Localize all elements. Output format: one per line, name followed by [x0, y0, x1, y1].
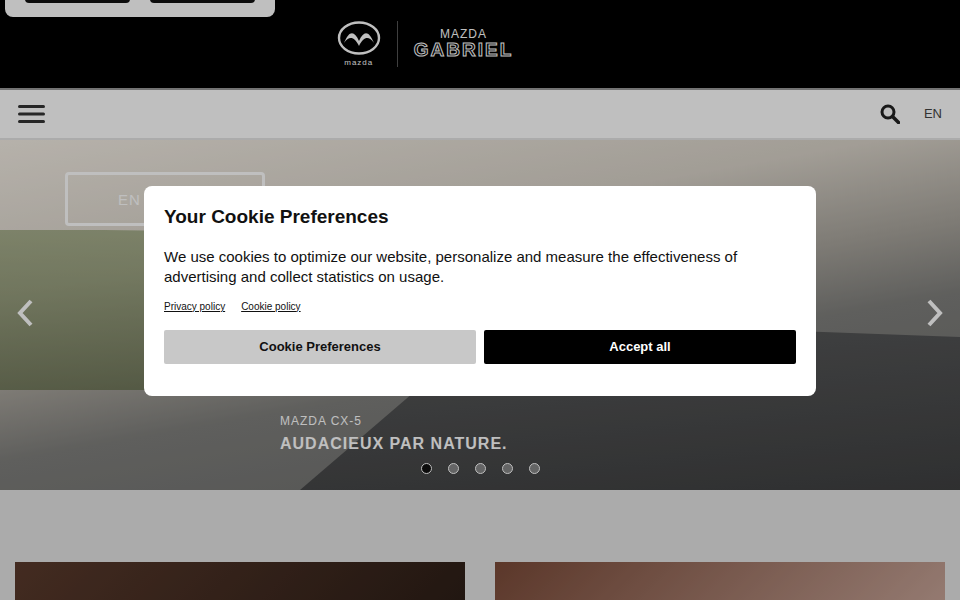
dialog-buttons: Cookie PreferencesAccept all — [164, 330, 796, 364]
cookie-dialog: Your Cookie Preferences We use cookies t… — [144, 186, 816, 396]
policy-link[interactable]: Privacy policy — [164, 299, 225, 314]
dialog-text: We use cookies to optimize our website, … — [164, 247, 796, 287]
preferences-button[interactable]: Cookie Preferences — [164, 330, 476, 364]
policy-link[interactable]: Cookie policy — [241, 299, 300, 314]
accept-button[interactable]: Accept all — [484, 330, 796, 364]
policy-links: Privacy policy Cookie policy — [164, 299, 796, 314]
dialog-title: Your Cookie Preferences — [164, 206, 796, 229]
modal-backdrop: Your Cookie Preferences We use cookies t… — [0, 0, 960, 600]
